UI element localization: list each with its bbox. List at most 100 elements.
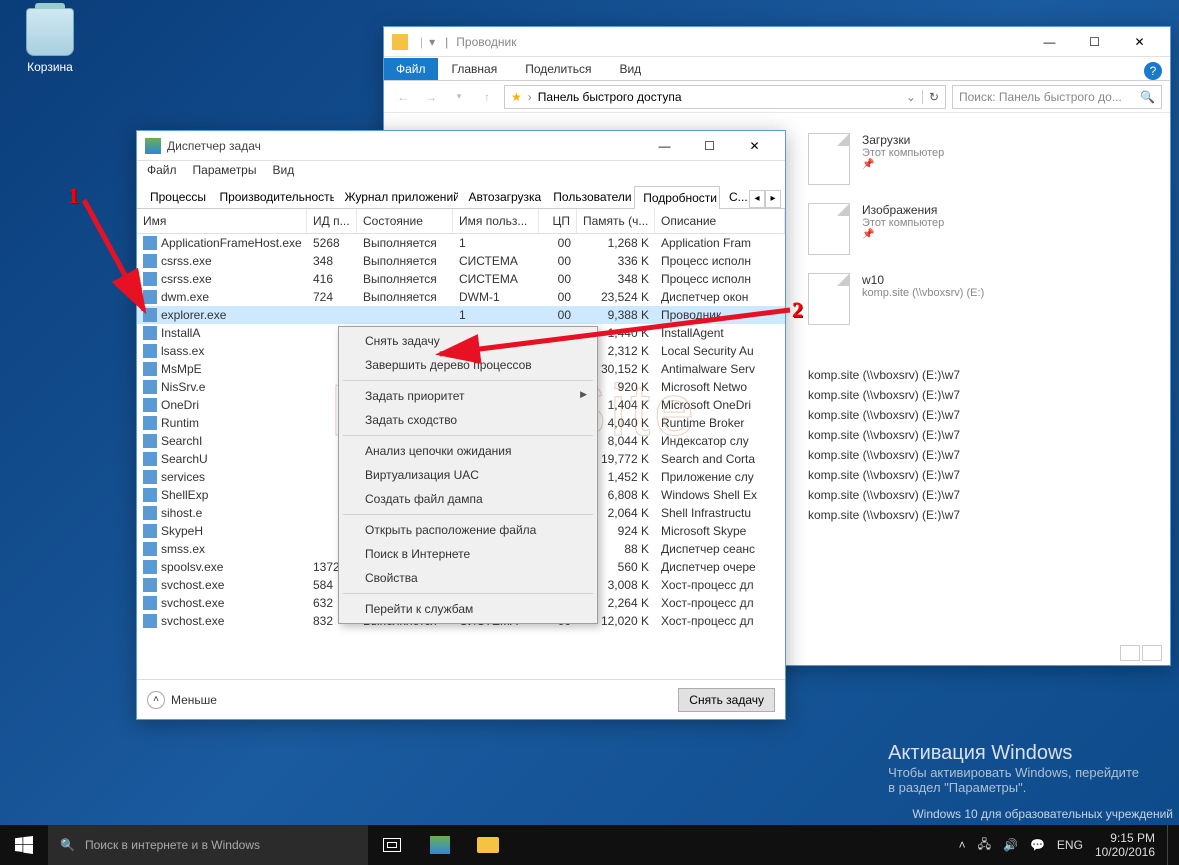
col-state[interactable]: Состояние [357, 209, 453, 233]
recycle-bin[interactable]: Корзина [20, 8, 80, 74]
network-icon[interactable]: 🖧 [978, 835, 991, 856]
ribbon-share-tab[interactable]: Поделиться [511, 58, 605, 80]
ribbon-file-tab[interactable]: Файл [384, 58, 438, 80]
address-dropdown-icon[interactable]: ⌄ [906, 90, 916, 104]
process-name: svchost.exe [161, 578, 224, 592]
tab-scroll-left[interactable]: ◂ [749, 190, 765, 208]
recent-file-item[interactable]: komp.site (\\vboxsrv) (E:)\w7 [808, 465, 1146, 485]
context-menu-item[interactable]: Задать сходство [341, 408, 595, 432]
recent-file-item[interactable]: komp.site (\\vboxsrv) (E:)\w7 [808, 405, 1146, 425]
nav-forward-button[interactable]: → [420, 86, 442, 108]
col-cpu[interactable]: ЦП [539, 209, 577, 233]
close-button[interactable]: ✕ [1117, 28, 1162, 56]
ribbon-help-icon[interactable]: ? [1144, 62, 1162, 80]
tab-services[interactable]: С... [720, 185, 749, 208]
refresh-icon[interactable]: ↻ [922, 90, 939, 104]
minimize-button[interactable]: — [1027, 28, 1072, 56]
show-desktop-button[interactable] [1167, 825, 1173, 865]
process-icon [143, 308, 157, 322]
quick-item-subtitle: Этот компьютер [862, 217, 944, 229]
context-menu-item[interactable]: Свойства [341, 566, 595, 590]
tab-users[interactable]: Пользователи [544, 185, 634, 208]
start-button[interactable] [0, 825, 48, 865]
process-icon [143, 560, 157, 574]
fewer-details-button[interactable]: ˄ Меньше [147, 691, 217, 709]
process-row[interactable]: ApplicationFrameHost.exe 5268 Выполняетс… [137, 234, 785, 252]
explorer-search-input[interactable]: Поиск: Панель быстрого до... 🔍 [952, 85, 1162, 109]
menu-separator [343, 380, 593, 381]
quick-access-item[interactable]: Изображения Этот компьютер 📌 [808, 203, 1146, 255]
table-header[interactable]: Имя ИД п... Состояние Имя польз... ЦП Па… [137, 209, 785, 234]
breadcrumb-root[interactable]: Панель быстрого доступа [538, 90, 682, 104]
explorer-taskbar-button[interactable] [464, 825, 512, 865]
context-menu-item[interactable]: Открыть расположение файла [341, 518, 595, 542]
recent-file-item[interactable]: komp.site (\\vboxsrv) (E:)\w7 [808, 505, 1146, 525]
process-description: Хост-процесс дл [655, 577, 785, 593]
col-user[interactable]: Имя польз... [453, 209, 539, 233]
tab-startup[interactable]: Автозагрузка [459, 185, 544, 208]
end-task-button[interactable]: Снять задачу [678, 688, 775, 712]
taskmgr-taskbar-button[interactable] [416, 825, 464, 865]
context-menu-item[interactable]: Анализ цепочки ожидания [341, 439, 595, 463]
volume-icon[interactable]: 🔊 [1003, 838, 1018, 852]
taskmgr-titlebar[interactable]: Диспетчер задач — ☐ ✕ [137, 131, 785, 161]
quick-access-item[interactable]: w10 komp.site (\\vboxsrv) (E:) [808, 273, 1146, 325]
maximize-button[interactable]: ☐ [1072, 28, 1117, 56]
tab-app-history[interactable]: Журнал приложений [335, 185, 459, 208]
recent-file-item[interactable]: komp.site (\\vboxsrv) (E:)\w7 [808, 445, 1146, 465]
col-mem[interactable]: Память (ч... [577, 209, 655, 233]
process-row[interactable]: csrss.exe 348 Выполняется СИСТЕМА 00 336… [137, 252, 785, 270]
menu-file[interactable]: Файл [147, 163, 177, 181]
process-name: ShellExp [161, 488, 208, 502]
tab-details[interactable]: Подробности [634, 186, 720, 209]
process-name: csrss.exe [161, 254, 212, 268]
language-indicator[interactable]: ENG [1057, 838, 1083, 852]
qat-dropdown-icon[interactable]: ▾ | [429, 35, 448, 49]
context-menu-item[interactable]: Создать файл дампа [341, 487, 595, 511]
tray-chevron-icon[interactable]: ˄ [959, 838, 966, 852]
col-pid[interactable]: ИД п... [307, 209, 357, 233]
minimize-button[interactable]: — [642, 132, 687, 160]
col-name[interactable]: Имя [137, 209, 307, 233]
menu-view[interactable]: Вид [272, 163, 294, 181]
context-menu-item[interactable]: Снять задачу [341, 329, 595, 353]
col-desc[interactable]: Описание [655, 209, 785, 233]
context-menu-item[interactable]: Перейти к службам [341, 597, 595, 621]
context-menu-item[interactable]: Поиск в Интернете [341, 542, 595, 566]
context-menu-item[interactable]: Задать приоритет [341, 384, 595, 408]
taskbar-clock[interactable]: 9:15 PM 10/20/2016 [1095, 831, 1155, 860]
menu-options[interactable]: Параметры [193, 163, 257, 181]
recent-file-item[interactable]: komp.site (\\vboxsrv) (E:)\w7 [808, 425, 1146, 445]
explorer-titlebar[interactable]: | ▾ | Проводник — ☐ ✕ [384, 27, 1170, 57]
view-details-icon[interactable] [1120, 645, 1140, 661]
explorer-app-icon [392, 34, 408, 50]
tab-performance[interactable]: Производительность [210, 185, 335, 208]
task-view-button[interactable] [368, 825, 416, 865]
nav-up-button[interactable]: ↑ [476, 86, 498, 108]
context-menu-item[interactable]: Виртуализация UAC [341, 463, 595, 487]
recent-file-item[interactable]: komp.site (\\vboxsrv) (E:)\w7 [808, 385, 1146, 405]
view-large-icon[interactable] [1142, 645, 1162, 661]
recent-file-item[interactable]: komp.site (\\vboxsrv) (E:)\w7 [808, 365, 1146, 385]
process-pid: 724 [307, 289, 357, 305]
nav-back-button[interactable]: ← [392, 86, 414, 108]
explorer-content-pane[interactable]: Загрузки Этот компьютер 📌 Изображения Эт… [784, 113, 1170, 665]
context-menu-item[interactable]: Завершить дерево процессов [341, 353, 595, 377]
address-input[interactable]: ★ › Панель быстрого доступа ⌄ ↻ [504, 85, 946, 109]
close-button[interactable]: ✕ [732, 132, 777, 160]
notifications-icon[interactable]: 💬 [1030, 838, 1045, 852]
nav-recent-button[interactable]: ▾ [448, 86, 470, 108]
quick-access-item[interactable]: Загрузки Этот компьютер 📌 [808, 133, 1146, 185]
process-row[interactable]: csrss.exe 416 Выполняется СИСТЕМА 00 348… [137, 270, 785, 288]
tab-processes[interactable]: Процессы [141, 185, 210, 208]
maximize-button[interactable]: ☐ [687, 132, 732, 160]
process-row[interactable]: explorer.exe 1 00 9,388 K Проводник [137, 306, 785, 324]
recent-file-item[interactable]: komp.site (\\vboxsrv) (E:)\w7 [808, 485, 1146, 505]
taskbar-search-input[interactable]: 🔍 Поиск в интернете и в Windows [48, 825, 368, 865]
process-row[interactable]: dwm.exe 724 Выполняется DWM-1 00 23,524 … [137, 288, 785, 306]
process-description: Microsoft Skype [655, 523, 785, 539]
ribbon-view-tab[interactable]: Вид [605, 58, 655, 80]
process-description: Application Fram [655, 235, 785, 251]
ribbon-home-tab[interactable]: Главная [438, 58, 512, 80]
tab-scroll-right[interactable]: ▸ [765, 190, 781, 208]
